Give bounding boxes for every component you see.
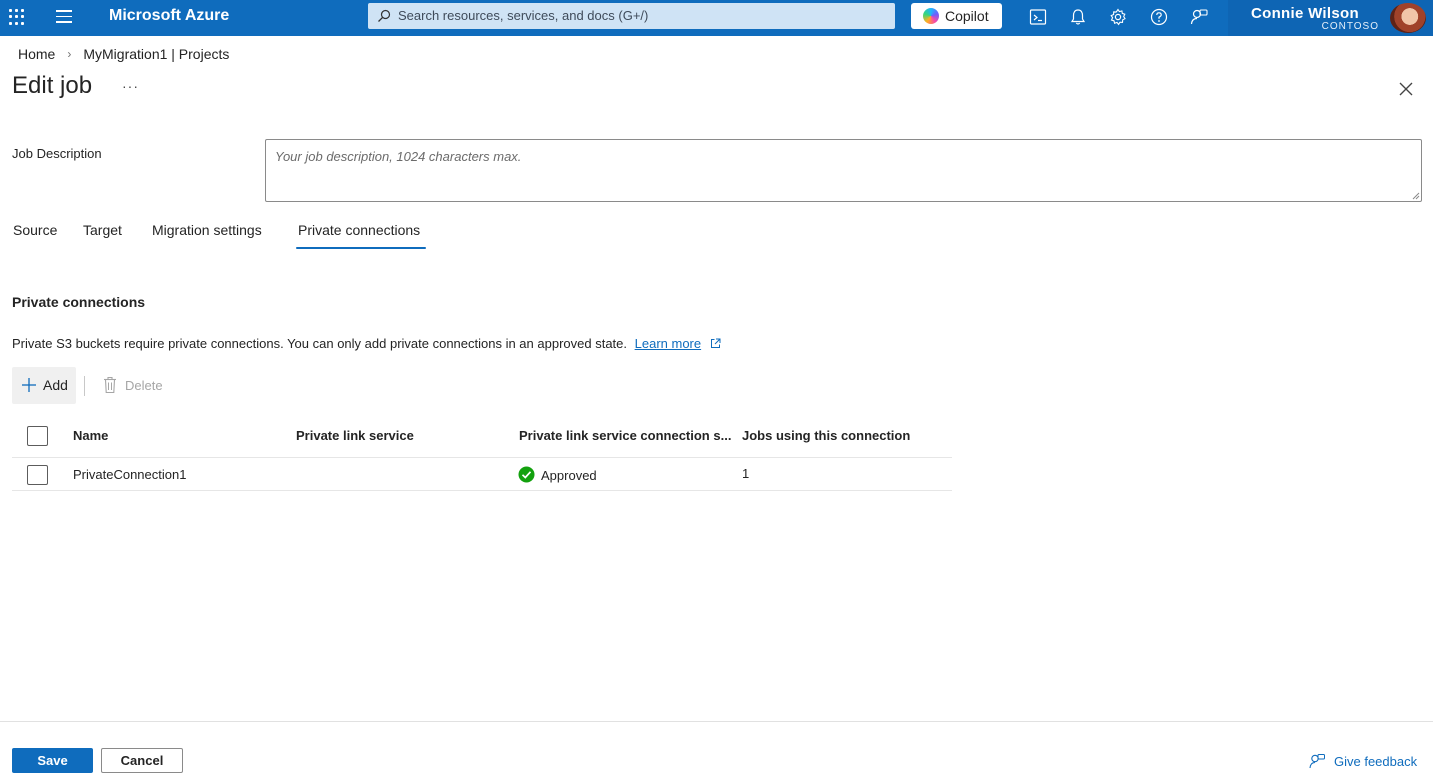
tab-source[interactable]: Source <box>13 222 57 250</box>
breadcrumb: Home › MyMigration1 | Projects <box>18 46 229 62</box>
copilot-label: Copilot <box>945 8 989 24</box>
settings-icon[interactable] <box>1108 7 1128 27</box>
search-box[interactable]: Search resources, services, and docs (G+… <box>368 3 895 29</box>
table-row[interactable]: PrivateConnection1 Approved 1 <box>12 459 952 491</box>
cloud-shell-icon[interactable] <box>1028 7 1048 27</box>
select-all-checkbox[interactable] <box>27 426 48 446</box>
menu-icon[interactable] <box>56 10 72 24</box>
page-title: Edit job <box>12 72 93 99</box>
section-title: Private connections <box>12 294 146 310</box>
column-header-connection-status[interactable]: Private link service connection s... <box>519 428 731 443</box>
feedback-icon[interactable] <box>1189 7 1209 27</box>
delete-label: Delete <box>125 378 163 393</box>
more-options-icon[interactable]: ··· <box>122 78 139 94</box>
brand-name[interactable]: Microsoft Azure <box>109 7 229 25</box>
row-checkbox[interactable] <box>27 465 48 485</box>
cancel-button[interactable]: Cancel <box>101 748 183 773</box>
add-button[interactable]: Add <box>12 367 76 404</box>
avatar <box>1390 3 1426 33</box>
help-icon[interactable] <box>1149 7 1169 27</box>
close-icon[interactable] <box>1397 80 1415 98</box>
plus-icon <box>22 378 36 392</box>
save-button[interactable]: Save <box>12 748 93 773</box>
tab-target[interactable]: Target <box>83 222 122 250</box>
column-header-jobs[interactable]: Jobs using this connection <box>742 428 910 443</box>
tab-migration-settings[interactable]: Migration settings <box>152 222 262 250</box>
tenant-name: CONTOSO <box>1321 21 1379 32</box>
copilot-button[interactable]: Copilot <box>911 3 1002 29</box>
cell-jobs: 1 <box>742 466 750 481</box>
job-description-label: Job Description <box>12 146 102 161</box>
breadcrumb-project[interactable]: MyMigration1 | Projects <box>83 46 229 62</box>
bell-icon[interactable] <box>1068 7 1088 27</box>
user-name: Connie Wilson <box>1251 5 1359 22</box>
active-tab-indicator <box>296 247 426 249</box>
search-placeholder: Search resources, services, and docs (G+… <box>398 8 649 23</box>
job-description-input[interactable] <box>265 139 1422 202</box>
tab-private-connections[interactable]: Private connections <box>298 222 420 250</box>
cell-name: PrivateConnection1 <box>73 467 187 482</box>
external-link-icon[interactable] <box>710 338 721 349</box>
column-header-name[interactable]: Name <box>73 428 108 443</box>
trash-icon <box>104 376 116 394</box>
give-feedback-link[interactable]: Give feedback <box>1308 752 1417 770</box>
section-description: Private S3 buckets require private conne… <box>12 336 721 351</box>
account-menu[interactable]: Connie Wilson CONTOSO <box>1228 0 1433 36</box>
copilot-icon <box>923 8 939 24</box>
search-icon <box>378 9 391 22</box>
give-feedback-label: Give feedback <box>1334 753 1418 769</box>
footer-divider <box>0 721 1433 722</box>
chevron-right-icon: › <box>67 47 72 61</box>
breadcrumb-home[interactable]: Home <box>18 46 55 62</box>
check-circle-icon <box>518 466 535 483</box>
delete-button[interactable]: Delete <box>100 376 170 396</box>
add-label: Add <box>43 377 68 393</box>
top-bar: Microsoft Azure Search resources, servic… <box>0 0 1433 36</box>
section-description-text: Private S3 buckets require private conne… <box>12 336 627 351</box>
waffle-icon[interactable] <box>8 8 26 26</box>
table-header: Name Private link service Private link s… <box>12 420 952 458</box>
learn-more-link[interactable]: Learn more <box>635 336 701 351</box>
resize-grip-icon[interactable] <box>1412 192 1420 200</box>
cell-connection-status: Approved <box>541 468 597 483</box>
feedback-icon <box>1309 754 1325 769</box>
column-header-private-link-service[interactable]: Private link service <box>296 428 414 443</box>
toolbar-divider <box>84 376 85 396</box>
